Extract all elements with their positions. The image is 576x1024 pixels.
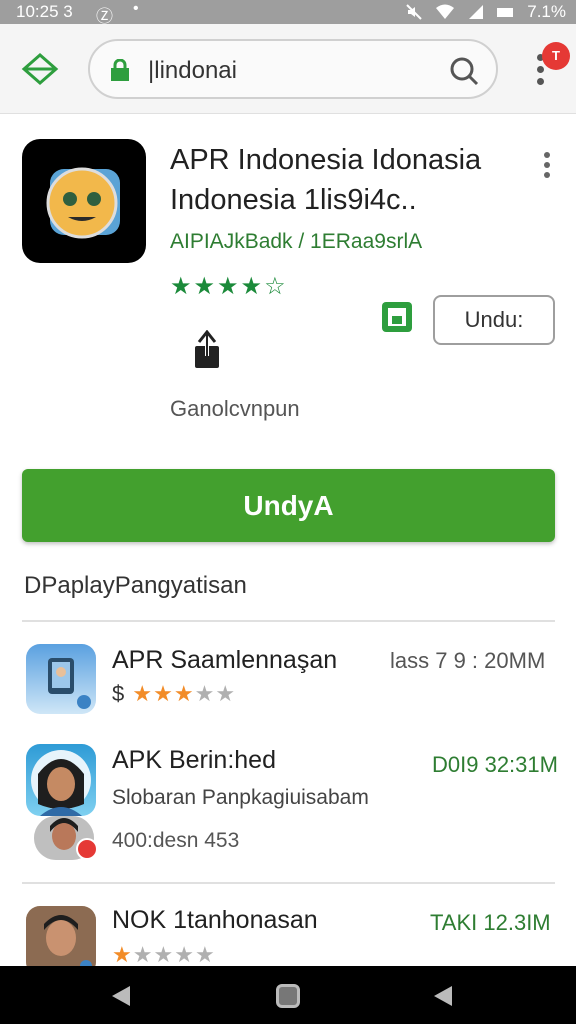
- back-arrow-icon[interactable]: [20, 49, 60, 89]
- menu-dot: [544, 172, 550, 178]
- nav-back-icon[interactable]: [110, 984, 132, 1008]
- status-bar: 10:25 3 Ⓩ • 7.1%: [0, 0, 576, 26]
- app-title: APR Indonesia Idonasia Indonesia 1lis9i4…: [170, 144, 482, 216]
- menu-badge: T: [542, 42, 570, 70]
- star-filled-icon: ★: [132, 681, 154, 706]
- star-empty-icon: ★: [174, 942, 195, 967]
- star-icons: ★★★★★: [132, 681, 236, 706]
- star-filled-icon: ★: [153, 681, 174, 706]
- list-item-subtitle: Slobaran Panpkagiuisabam: [112, 786, 369, 809]
- divider: [22, 882, 555, 884]
- wifi-icon: [436, 4, 455, 19]
- more-vert-icon[interactable]: [538, 148, 558, 180]
- status-time: 10:25 3: [16, 2, 73, 21]
- battery-percent: 7.1%: [527, 2, 566, 21]
- menu-dot: [544, 152, 550, 158]
- star-filled-icon: ★: [240, 273, 265, 300]
- star-filled-icon: ★: [170, 273, 194, 300]
- bookmark-icon[interactable]: [380, 300, 414, 334]
- app-icon: [22, 139, 146, 263]
- url-text[interactable]: |lindonai: [148, 57, 237, 85]
- star-empty-icon: ★: [132, 942, 154, 967]
- notification-dot: •: [133, 0, 139, 17]
- app-developer[interactable]: AIPIAJkBadk / 1ERaa9srlA: [170, 230, 422, 254]
- list-item-size: 400:desn 453: [112, 829, 240, 852]
- navigation-bar: [0, 966, 576, 1024]
- list-item-title: APK Berin:hed: [112, 746, 276, 774]
- list-item-meta: TAKI 12.3IM: [430, 910, 551, 935]
- star-filled-icon: ★: [173, 681, 195, 706]
- app-list-icon: [26, 744, 96, 816]
- app-face-icon: [46, 167, 120, 239]
- install-small-button[interactable]: Undu:: [433, 295, 555, 345]
- mute-icon: [406, 4, 422, 20]
- more-vert-icon[interactable]: T: [530, 42, 570, 94]
- signal-icon: [469, 5, 484, 19]
- lock-icon: [111, 59, 129, 81]
- nav-recents-icon[interactable]: [432, 984, 454, 1008]
- list-item-meta: D0I9 32:31M: [432, 752, 558, 777]
- list-item-title: NOK 1tanhonasan: [112, 906, 318, 934]
- update-badge-icon: [76, 838, 98, 860]
- list-item-meta: lass 7 9 : 20MM: [390, 648, 546, 673]
- star-empty-icon: ★: [194, 681, 216, 706]
- section-title: DPaplayPangyatisan: [24, 572, 247, 599]
- star-empty-icon: ★: [194, 942, 216, 967]
- app-rating-stars: ★★★★☆: [170, 272, 288, 301]
- menu-dot: [544, 162, 550, 168]
- divider: [22, 620, 555, 622]
- star-icons: ★★★★☆: [170, 273, 288, 300]
- avatar-icon: [31, 750, 91, 816]
- star-filled-icon: ★: [112, 942, 133, 967]
- status-icons: 7.1%: [405, 2, 566, 22]
- install-button[interactable]: UndyA: [22, 469, 555, 542]
- url-bar[interactable]: |lindonai: [88, 39, 498, 99]
- nav-home-icon[interactable]: [276, 984, 300, 1008]
- browser-toolbar: |lindonai T: [0, 24, 576, 114]
- battery-icon: [497, 7, 514, 17]
- list-item-title: APR Saamlennaşan: [112, 646, 338, 674]
- star-icons: ★★★★★: [112, 942, 216, 967]
- menu-dot: [537, 66, 544, 73]
- app-list-icon: [26, 644, 96, 714]
- star-filled-icon: ★: [193, 273, 218, 300]
- app-screen-icon: [48, 658, 91, 709]
- star-empty-icon: ★: [153, 942, 175, 967]
- list-item-rating: $ ★★★★★: [112, 681, 236, 707]
- star-empty-icon: ★: [215, 681, 237, 706]
- star-filled-icon: ★: [217, 273, 241, 300]
- share-icon[interactable]: [193, 330, 221, 370]
- star-empty-icon: ☆: [264, 273, 288, 300]
- price-prefix: $: [112, 681, 126, 706]
- search-icon[interactable]: [448, 55, 480, 87]
- menu-dot: [537, 78, 544, 85]
- list-item-rating: ★★★★★: [112, 942, 216, 968]
- share-label[interactable]: Ganolcvnpun: [170, 396, 300, 422]
